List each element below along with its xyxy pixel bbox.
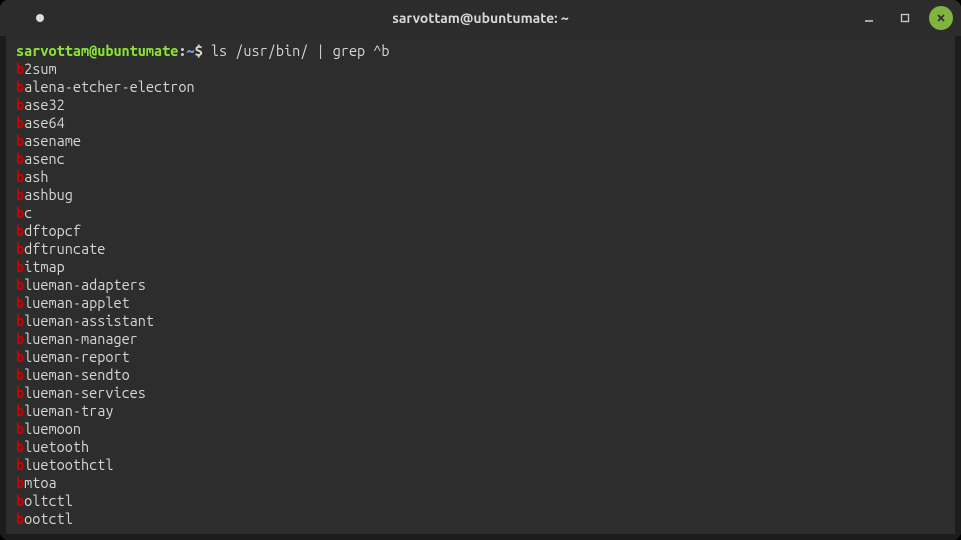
output-line: blueman-adapters — [16, 276, 951, 294]
output-line: bdftopcf — [16, 222, 951, 240]
output-text: 2sum — [24, 60, 56, 77]
output-text: lueman-adapters — [24, 276, 146, 293]
grep-match: b — [16, 204, 24, 221]
grep-match: b — [16, 114, 24, 131]
grep-match: b — [16, 384, 24, 401]
grep-match: b — [16, 510, 24, 527]
minimize-button[interactable] — [857, 6, 881, 30]
grep-match: b — [16, 258, 24, 275]
grep-match: b — [16, 96, 24, 113]
grep-match: b — [16, 222, 24, 239]
output-line: blueman-assistant — [16, 312, 951, 330]
grep-match: b — [16, 402, 24, 419]
output-text: ashbug — [24, 186, 73, 203]
output-line: bluemoon — [16, 420, 951, 438]
output-text: alena-etcher-electron — [24, 78, 195, 95]
output-line: basenc — [16, 150, 951, 168]
prompt-user-host: sarvottam@ubuntumate — [16, 42, 178, 59]
output-text: ase32 — [24, 96, 65, 113]
grep-match: b — [16, 240, 24, 257]
output-text: luemoon — [24, 420, 81, 437]
grep-match: b — [16, 366, 24, 383]
output-line: bc — [16, 204, 951, 222]
grep-match: b — [16, 168, 24, 185]
output-line: bluetooth — [16, 438, 951, 456]
terminal-window: sarvottam@ubuntumate: ~ sarvottam@ubuntu… — [0, 0, 961, 540]
prompt-colon: : — [178, 42, 186, 59]
grep-match: b — [16, 60, 24, 77]
titlebar[interactable]: sarvottam@ubuntumate: ~ — [0, 0, 961, 36]
output-line: b2sum — [16, 60, 951, 78]
output-line: bluetoothctl — [16, 456, 951, 474]
output-line: bootctl — [16, 510, 951, 528]
output-line: blueman-tray — [16, 402, 951, 420]
output-text: lueman-services — [24, 384, 146, 401]
grep-match: b — [16, 150, 24, 167]
grep-match: b — [16, 474, 24, 491]
prompt-path: ~ — [187, 42, 195, 59]
output-text: lueman-sendto — [24, 366, 130, 383]
grep-match: b — [16, 438, 24, 455]
output-line: blueman-report — [16, 348, 951, 366]
output-text: itmap — [24, 258, 65, 275]
terminal-output-area[interactable]: sarvottam@ubuntumate:~$ ls /usr/bin/ | g… — [6, 36, 955, 534]
output-line: blueman-sendto — [16, 366, 951, 384]
output-text: dftopcf — [24, 222, 81, 239]
command-text: ls /usr/bin/ | grep ^b — [203, 42, 390, 59]
grep-match: b — [16, 78, 24, 95]
output-line: base64 — [16, 114, 951, 132]
close-button[interactable] — [929, 6, 953, 30]
output-text: ase64 — [24, 114, 65, 131]
window-controls — [857, 6, 953, 30]
grep-match: b — [16, 492, 24, 509]
output-line: bdftruncate — [16, 240, 951, 258]
output-line: blueman-applet — [16, 294, 951, 312]
output-line: basename — [16, 132, 951, 150]
output-text: lueman-assistant — [24, 312, 154, 329]
grep-match: b — [16, 312, 24, 329]
output-text: asenc — [24, 150, 65, 167]
output-text: luetooth — [24, 438, 89, 455]
output-text: lueman-applet — [24, 294, 130, 311]
output-line: bash — [16, 168, 951, 186]
output-text: ash — [24, 168, 48, 185]
output-text: asename — [24, 132, 81, 149]
grep-match: b — [16, 294, 24, 311]
output-text: lueman-tray — [24, 402, 113, 419]
grep-match: b — [16, 330, 24, 347]
grep-match: b — [16, 186, 24, 203]
output-text: c — [24, 204, 32, 221]
window-title: sarvottam@ubuntumate: ~ — [392, 10, 569, 26]
output-text: dftruncate — [24, 240, 105, 257]
output-line: bitmap — [16, 258, 951, 276]
output-text: lueman-report — [24, 348, 130, 365]
output-line: boltctl — [16, 492, 951, 510]
app-indicator-icon — [36, 14, 44, 22]
grep-match: b — [16, 276, 24, 293]
output-line: bashbug — [16, 186, 951, 204]
maximize-button[interactable] — [893, 6, 917, 30]
output-text: luetoothctl — [24, 456, 113, 473]
output-text: oltctl — [24, 492, 73, 509]
prompt-line: sarvottam@ubuntumate:~$ ls /usr/bin/ | g… — [16, 42, 951, 60]
grep-match: b — [16, 348, 24, 365]
output-text: lueman-manager — [24, 330, 138, 347]
output-container: b2sumbalena-etcher-electronbase32base64b… — [16, 60, 951, 528]
output-text: mtoa — [24, 474, 56, 491]
output-text: ootctl — [24, 510, 73, 527]
output-line: blueman-manager — [16, 330, 951, 348]
output-line: base32 — [16, 96, 951, 114]
prompt-symbol: $ — [195, 42, 203, 59]
grep-match: b — [16, 456, 24, 473]
output-line: bmtoa — [16, 474, 951, 492]
output-line: balena-etcher-electron — [16, 78, 951, 96]
output-line: blueman-services — [16, 384, 951, 402]
grep-match: b — [16, 420, 24, 437]
grep-match: b — [16, 132, 24, 149]
